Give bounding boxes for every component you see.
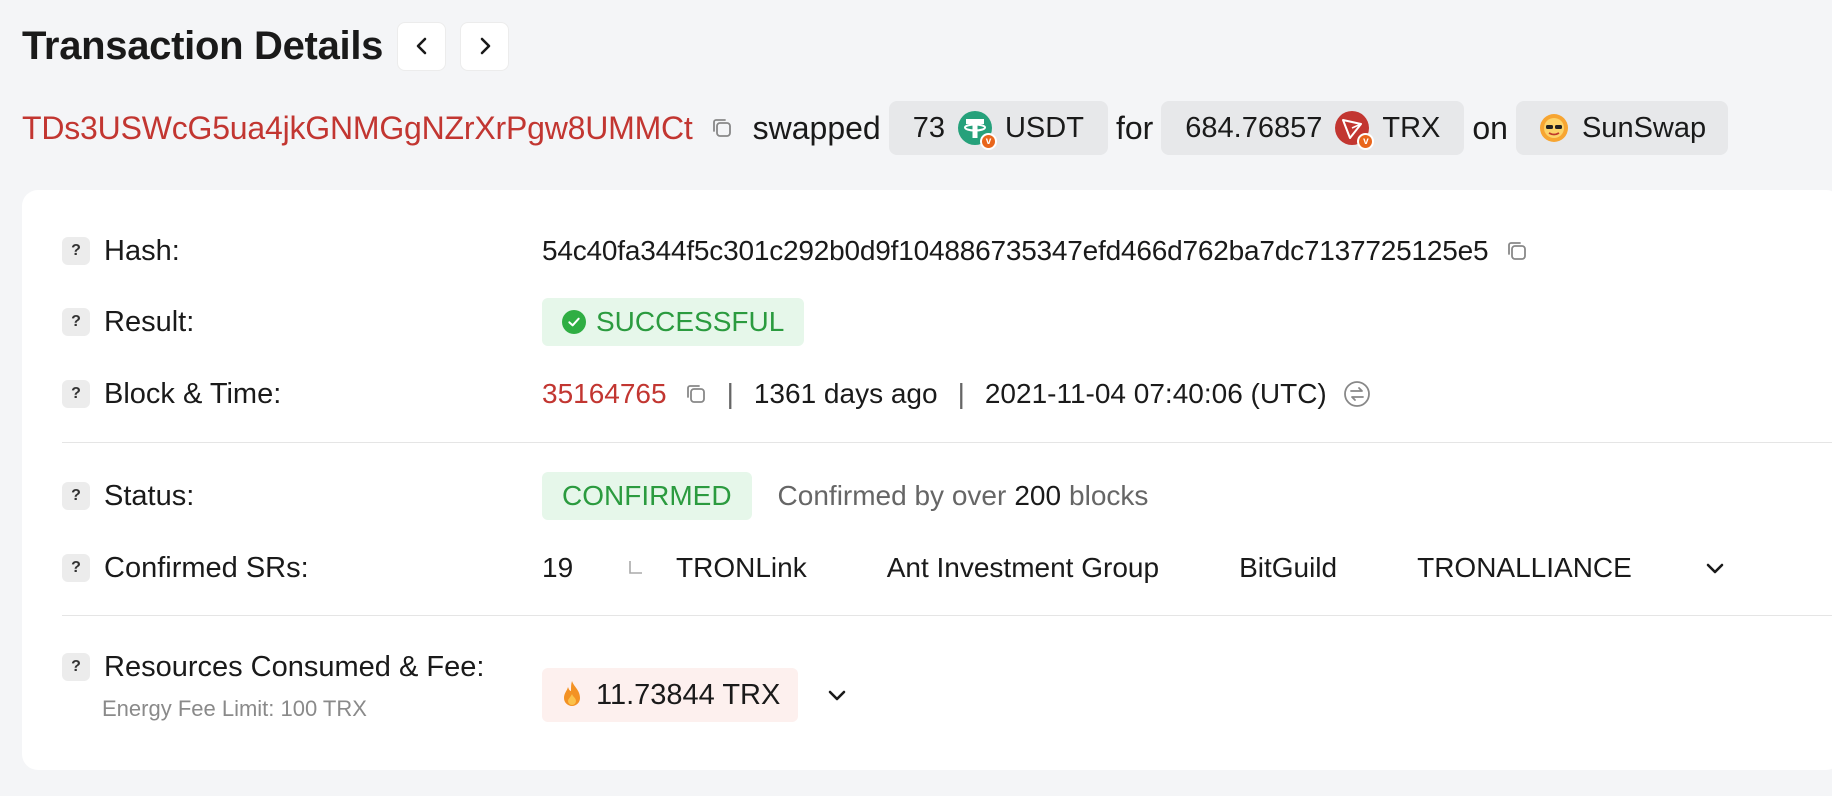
- confirmed-count: 200: [1014, 480, 1062, 511]
- swap-summary: TDs3USWcG5ua4jkGNMGgNZrXrPgw8UMMCt swapp…: [22, 100, 1729, 156]
- to-token-symbol: TRX: [1382, 111, 1441, 144]
- srs-count: 19: [542, 552, 574, 583]
- help-icon[interactable]: ?: [62, 554, 90, 582]
- status-badge: CONFIRMED: [542, 472, 752, 520]
- block-time-label: Block & Time:: [104, 377, 282, 410]
- from-token-symbol: USDT: [1004, 111, 1084, 144]
- sr-link[interactable]: TRONALLIANCE: [1417, 552, 1632, 584]
- from-amount: 73: [912, 111, 945, 144]
- chevron-left-icon: [416, 37, 426, 55]
- sr-link[interactable]: BitGuild: [1239, 552, 1337, 584]
- sr-link[interactable]: Ant Investment Group: [887, 552, 1159, 584]
- copy-block-icon[interactable]: [685, 383, 707, 405]
- check-circle-icon: [562, 310, 586, 334]
- status-row: ? Status:: [62, 471, 194, 521]
- separator: |: [726, 378, 734, 409]
- separator: |: [957, 378, 965, 409]
- block-number-link[interactable]: 35164765: [542, 378, 667, 410]
- confirmed-srs-value-wrap: 19 TRONLink Ant Investment Group BitGuil…: [542, 543, 1726, 593]
- title-row: Transaction Details: [22, 18, 510, 74]
- sunswap-logo-icon: [1538, 112, 1570, 144]
- from-token-pill[interactable]: 73 v USDT: [888, 101, 1108, 155]
- energy-fee-limit: Energy Fee Limit: 100 TRX: [102, 696, 367, 721]
- copy-icon[interactable]: [711, 117, 733, 139]
- hash-label: Hash:: [104, 234, 180, 267]
- hash-value-wrap: 54c40fa344f5c301c292b0d9f104886735347efd…: [542, 226, 1528, 276]
- status-label: Status:: [104, 479, 195, 512]
- fee-label: Resources Consumed & Fee:: [104, 650, 485, 683]
- divider: [62, 442, 1832, 443]
- confirmed-suffix: blocks: [1069, 480, 1149, 511]
- fee-value-wrap: 11.73844 TRX: [542, 666, 848, 724]
- fee-row: ? Resources Consumed & Fee:: [62, 642, 484, 692]
- hash-row: ? Hash:: [62, 226, 180, 276]
- fee-value: 11.73844 TRX: [596, 678, 781, 711]
- page: Transaction Details TDs3USWcG5ua4jkGNMGg…: [0, 0, 1832, 796]
- verified-badge-icon: v: [1357, 133, 1375, 150]
- swapped-text: swapped: [752, 109, 881, 146]
- usdt-token-icon: v: [957, 110, 997, 150]
- sr-link[interactable]: TRONLink: [676, 552, 807, 584]
- block-age: 1361 days ago: [753, 378, 938, 409]
- help-icon[interactable]: ?: [62, 237, 90, 265]
- for-text: for: [1115, 109, 1154, 146]
- hash-value: 54c40fa344f5c301c292b0d9f104886735347efd…: [542, 235, 1489, 266]
- block-time-row: ? Block & Time:: [62, 369, 281, 419]
- sender-address-link[interactable]: TDs3USWcG5ua4jkGNMGgNZrXrPgw8UMMCt: [22, 110, 693, 147]
- confirmed-srs-label: Confirmed SRs:: [104, 551, 309, 584]
- help-icon[interactable]: ?: [62, 653, 90, 681]
- dex-pill[interactable]: SunSwap: [1515, 101, 1729, 155]
- to-token-pill[interactable]: 684.76857 v TRX: [1161, 101, 1465, 155]
- confirmed-srs-row: ? Confirmed SRs:: [62, 543, 309, 593]
- help-icon[interactable]: ?: [62, 380, 90, 408]
- confirmed-prefix: Confirmed by over: [777, 480, 1007, 511]
- expand-fee-chevron-icon[interactable]: [826, 684, 848, 706]
- trx-token-icon: v: [1334, 110, 1375, 150]
- page-title: Transaction Details: [22, 23, 384, 68]
- expand-srs-chevron-icon[interactable]: [1704, 557, 1726, 579]
- tree-branch-icon: [620, 553, 650, 583]
- block-time-value-wrap: 35164765 | 1361 days ago | 2021-11-04 07…: [542, 369, 1371, 419]
- details-card: ? Hash: 54c40fa344f5c301c292b0d9f1048867…: [22, 190, 1832, 770]
- block-timestamp: 2021-11-04 07:40:06 (UTC): [984, 378, 1327, 409]
- divider: [62, 615, 1832, 616]
- result-value-wrap: SUCCESSFUL: [542, 297, 805, 347]
- to-amount: 684.76857: [1185, 111, 1323, 144]
- result-label: Result:: [104, 305, 195, 338]
- fee-badge: 11.73844 TRX: [542, 668, 799, 722]
- dex-name: SunSwap: [1581, 111, 1707, 144]
- previous-button[interactable]: [397, 21, 447, 71]
- next-button[interactable]: [460, 21, 510, 71]
- result-row: ? Result:: [62, 297, 194, 347]
- switch-timezone-icon[interactable]: [1343, 380, 1371, 408]
- chevron-right-icon: [480, 37, 490, 55]
- status-value-wrap: CONFIRMED Confirmed by over 200 blocks: [542, 471, 1148, 521]
- result-value: SUCCESSFUL: [596, 306, 785, 337]
- copy-hash-icon[interactable]: [1506, 240, 1528, 262]
- help-icon[interactable]: ?: [62, 308, 90, 336]
- result-badge: SUCCESSFUL: [542, 298, 805, 346]
- help-icon[interactable]: ?: [62, 482, 90, 510]
- on-text: on: [1472, 109, 1508, 146]
- flame-icon: [564, 681, 580, 706]
- verified-badge-icon: v: [979, 133, 997, 150]
